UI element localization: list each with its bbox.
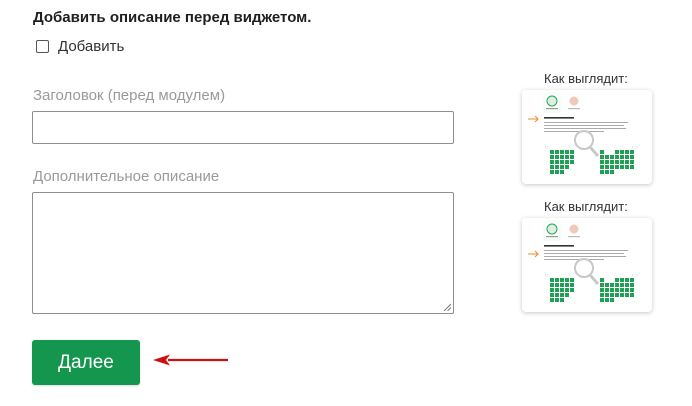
next-button[interactable]: Далее (32, 340, 140, 385)
red-arrow-icon (153, 354, 228, 366)
add-checkbox[interactable] (36, 40, 49, 53)
description-textarea[interactable] (32, 192, 454, 314)
svg-text:‹: ‹ (545, 272, 547, 277)
preview-thumbnail-2[interactable]: ‹ › (522, 218, 652, 312)
description-field-label: Дополнительное описание (33, 168, 220, 185)
widget-preview-image: ‹ › (528, 93, 634, 174)
widget-preview-image: ‹ › (528, 221, 634, 302)
add-checkbox-label[interactable]: Добавить (58, 38, 124, 55)
widget-description-form: Добавить описание перед виджетом. Добави… (0, 0, 692, 406)
preview-thumbnail-1[interactable]: ‹ › (522, 90, 652, 184)
section-title: Добавить описание перед виджетом. (33, 9, 312, 26)
svg-text:›: › (632, 144, 634, 149)
svg-text:›: › (632, 272, 634, 277)
svg-text:‹: ‹ (545, 144, 547, 149)
heading-field-label: Заголовок (перед модулем) (33, 87, 226, 104)
add-checkbox-row[interactable]: Добавить (36, 38, 124, 55)
resize-grip-icon[interactable] (443, 303, 451, 311)
preview-label-1: Как выглядит: (544, 71, 628, 86)
preview-label-2: Как выглядит: (544, 199, 628, 214)
heading-input[interactable] (32, 111, 454, 144)
